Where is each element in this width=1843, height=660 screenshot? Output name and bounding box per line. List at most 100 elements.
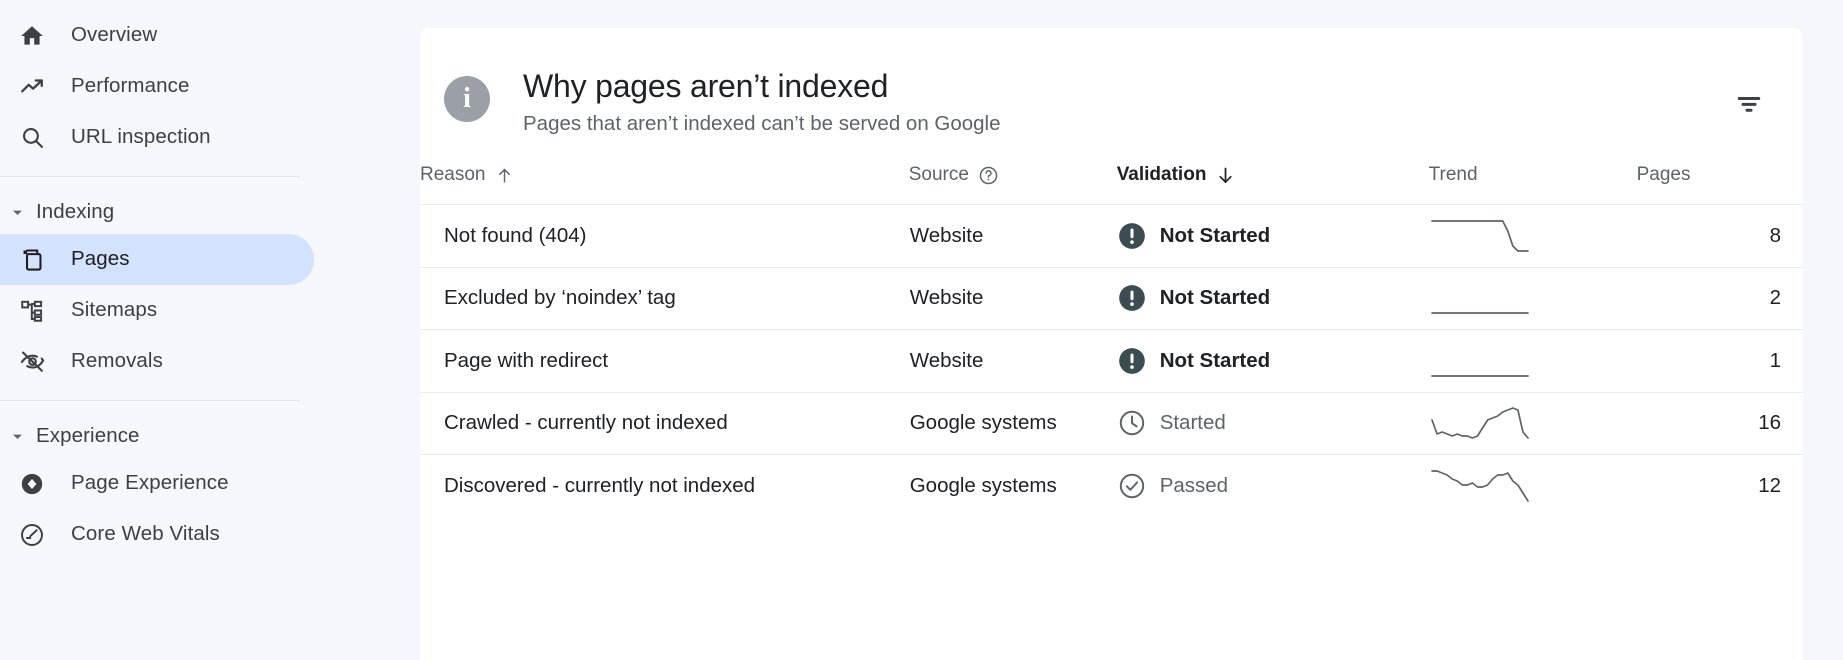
clock-outline-icon: [1119, 411, 1144, 436]
validation-status-label: Not Started: [1159, 348, 1271, 372]
sidebar-item-removals[interactable]: Removals: [0, 336, 314, 387]
cell-trend: [1428, 329, 1637, 392]
page-experience-icon: [12, 471, 52, 497]
trend-sparkline: [1430, 344, 1530, 378]
home-icon: [12, 23, 52, 49]
cell-source: Google systems: [908, 454, 1117, 517]
cell-reason[interactable]: Discovered - currently not indexed: [420, 454, 909, 517]
table-row[interactable]: Page with redirect Website Not Started 1: [420, 329, 1803, 392]
sidebar-item-label: Page Experience: [71, 471, 229, 495]
sidebar-item-overview[interactable]: Overview: [0, 10, 314, 61]
reason-label: Not found (404): [444, 223, 587, 247]
sidebar-item-label: Pages: [71, 247, 130, 271]
error-filled-icon: [1118, 347, 1145, 374]
source-label: Google systems: [909, 411, 1057, 435]
cell-pages: 8: [1636, 204, 1803, 267]
cell-reason[interactable]: Page with redirect: [420, 329, 909, 392]
card-header: i Why pages aren’t indexed Pages that ar…: [420, 28, 1803, 136]
source-label: Website: [909, 223, 984, 247]
sidebar-item-sitemaps[interactable]: Sitemaps: [0, 285, 314, 336]
help-circle-icon[interactable]: [978, 165, 999, 186]
validation-status-label: Not Started: [1159, 223, 1271, 247]
table-row[interactable]: Discovered - currently not indexed Google…: [420, 454, 1803, 517]
cell-trend: [1428, 454, 1637, 517]
check-circle-outline-icon: [1119, 473, 1144, 499]
cell-source: Website: [908, 204, 1117, 267]
source-label: Website: [909, 286, 984, 310]
trend-sparkline: [1430, 281, 1530, 315]
cell-source: Google systems: [908, 391, 1117, 455]
sidebar-item-url-inspection[interactable]: URL inspection: [0, 112, 314, 163]
sidebar-item-pages[interactable]: Pages: [0, 234, 314, 285]
column-header-source[interactable]: Source: [909, 164, 1117, 205]
chevron-down-icon: [4, 205, 30, 220]
sidebar-divider: [0, 176, 300, 177]
cell-trend: [1428, 204, 1637, 267]
column-label: Trend: [1428, 164, 1478, 185]
chevron-down-icon: [4, 429, 30, 444]
column-label: Reason: [420, 164, 486, 185]
indexing-reasons-table: Reason Source Validation Trend Pages Not…: [420, 164, 1803, 517]
table-row[interactable]: Crawled - currently not indexed Google sy…: [420, 391, 1803, 455]
pages-count: 16: [1758, 411, 1781, 435]
sidebar-item-label: Removals: [71, 349, 163, 373]
cell-validation: Not Started: [1116, 266, 1429, 330]
cell-trend: [1428, 266, 1637, 330]
cell-pages: 2: [1636, 266, 1803, 330]
cell-validation: Passed: [1116, 454, 1429, 517]
trending-up-icon: [12, 74, 52, 100]
sidebar-item-label: Core Web Vitals: [71, 522, 220, 546]
cell-validation: Not Started: [1116, 329, 1429, 392]
cell-reason[interactable]: Excluded by ‘noindex’ tag: [420, 266, 909, 330]
table-header-row: Reason Source Validation Trend Pages: [420, 164, 1803, 205]
cell-reason[interactable]: Not found (404): [420, 204, 909, 267]
why-pages-arent-indexed-card: i Why pages aren’t indexed Pages that ar…: [420, 28, 1803, 660]
cell-pages: 12: [1636, 454, 1803, 517]
validation-status-label: Not Started: [1159, 286, 1271, 310]
sidebar-group-indexing[interactable]: Indexing: [0, 190, 412, 234]
eye-off-icon: [12, 348, 52, 375]
validation-status-label: Passed: [1159, 474, 1229, 497]
source-label: Website: [909, 348, 984, 372]
sort-asc-icon: [495, 166, 514, 185]
error-filled-icon: [1118, 222, 1145, 249]
sidebar-item-core-web-vitals[interactable]: Core Web Vitals: [0, 509, 314, 560]
sidebar-item-label: Overview: [71, 23, 158, 47]
column-header-pages[interactable]: Pages: [1637, 164, 1803, 205]
sidebar-divider-2: [0, 400, 300, 401]
reason-label: Excluded by ‘noindex’ tag: [444, 286, 676, 310]
sidebar-item-performance[interactable]: Performance: [0, 61, 314, 112]
page-title: Why pages aren’t indexed: [523, 68, 889, 104]
table-row[interactable]: Excluded by ‘noindex’ tag Website Not Star…: [420, 266, 1803, 330]
cell-pages: 16: [1636, 391, 1803, 455]
app-root: Overview Performance URL inspection Inde…: [0, 0, 1843, 660]
pages-copy-icon: [12, 247, 52, 273]
sidebar-item-label: URL inspection: [71, 125, 211, 149]
page-subtitle: Pages that aren’t indexed can’t be serve…: [523, 112, 1001, 135]
cell-source: Website: [908, 266, 1117, 330]
sidebar-item-page-experience[interactable]: Page Experience: [0, 458, 314, 509]
sidebar-group-experience[interactable]: Experience: [0, 414, 412, 458]
error-filled-icon: [1118, 285, 1145, 312]
table-row[interactable]: Not found (404) Website Not Started 8: [420, 204, 1803, 267]
filter-icon[interactable]: [1727, 82, 1771, 126]
column-header-reason[interactable]: Reason: [420, 164, 909, 205]
column-header-trend[interactable]: Trend: [1429, 164, 1637, 205]
cell-source: Website: [908, 329, 1117, 392]
trend-sparkline: [1430, 219, 1530, 253]
sidebar-item-label: Sitemaps: [71, 298, 158, 322]
sitemap-icon: [12, 298, 52, 324]
validation-status-label: Started: [1159, 411, 1226, 435]
cell-reason[interactable]: Crawled - currently not indexed: [420, 391, 909, 455]
reason-label: Discovered - currently not indexed: [444, 474, 756, 497]
column-label: Validation: [1116, 164, 1207, 185]
reason-label: Page with redirect: [444, 348, 609, 372]
column-label: Pages: [1636, 164, 1691, 185]
column-header-validation[interactable]: Validation: [1117, 164, 1429, 205]
cell-validation: Started: [1116, 391, 1429, 455]
pages-count: 2: [1769, 286, 1781, 310]
sidebar-group-label: Indexing: [36, 200, 115, 223]
sidebar: Overview Performance URL inspection Inde…: [0, 0, 412, 660]
source-label: Google systems: [909, 474, 1057, 497]
speedometer-icon: [12, 522, 52, 548]
